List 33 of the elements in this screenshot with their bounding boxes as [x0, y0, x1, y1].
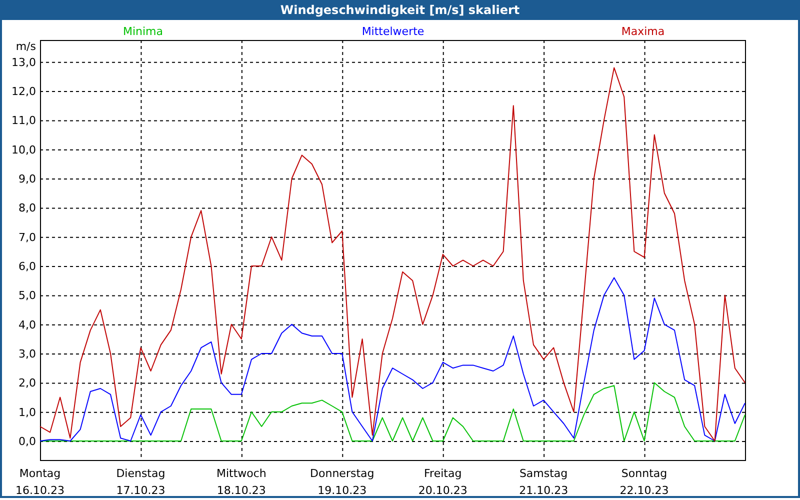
- day-label: Dienstag: [116, 467, 166, 480]
- y-tick-label: 0,0: [18, 435, 36, 448]
- day-label: Mittwoch: [216, 467, 266, 480]
- y-tick-label: 2,0: [18, 376, 36, 390]
- y-tick-label: 11,0: [12, 114, 36, 128]
- y-tick-label: 6,0: [18, 260, 36, 274]
- y-tick-label: 13,0: [12, 56, 36, 69]
- day-label: Donnerstag: [310, 467, 374, 480]
- y-tick-label: 10,0: [12, 143, 36, 156]
- y-tick-label: 8,0: [18, 202, 36, 215]
- y-tick-label: 1,0: [18, 406, 36, 419]
- date-label: 16.10.23: [16, 484, 64, 496]
- window-title: Windgeschwindigkeit [m/s] skaliert: [0, 0, 800, 20]
- legend-label: Mittelwerte: [362, 25, 424, 38]
- y-tick-label: 5,0: [18, 289, 36, 302]
- day-label: Montag: [19, 467, 61, 480]
- y-tick-label: 9,0: [18, 172, 36, 186]
- legend-label: Minima: [122, 25, 164, 38]
- y-tick-label: 4,0: [18, 318, 36, 332]
- date-label: 18.10.23: [216, 484, 266, 496]
- date-label: 20.10.23: [418, 484, 468, 496]
- y-tick-label: 12,0: [12, 85, 36, 98]
- y-tick-label: 3,0: [18, 348, 36, 361]
- y-axis-unit: m/s: [16, 40, 36, 53]
- date-label: 22.10.23: [620, 484, 669, 496]
- date-label: 19.10.23: [318, 484, 367, 496]
- day-label: Samstag: [519, 467, 568, 480]
- y-tick-label: 7,0: [18, 230, 36, 244]
- day-label: Freitag: [424, 467, 462, 480]
- date-label: 21.10.23: [519, 484, 568, 496]
- legend-label: Maxima: [621, 25, 665, 38]
- day-label: Sonntag: [621, 467, 668, 480]
- date-label: 17.10.23: [116, 484, 166, 496]
